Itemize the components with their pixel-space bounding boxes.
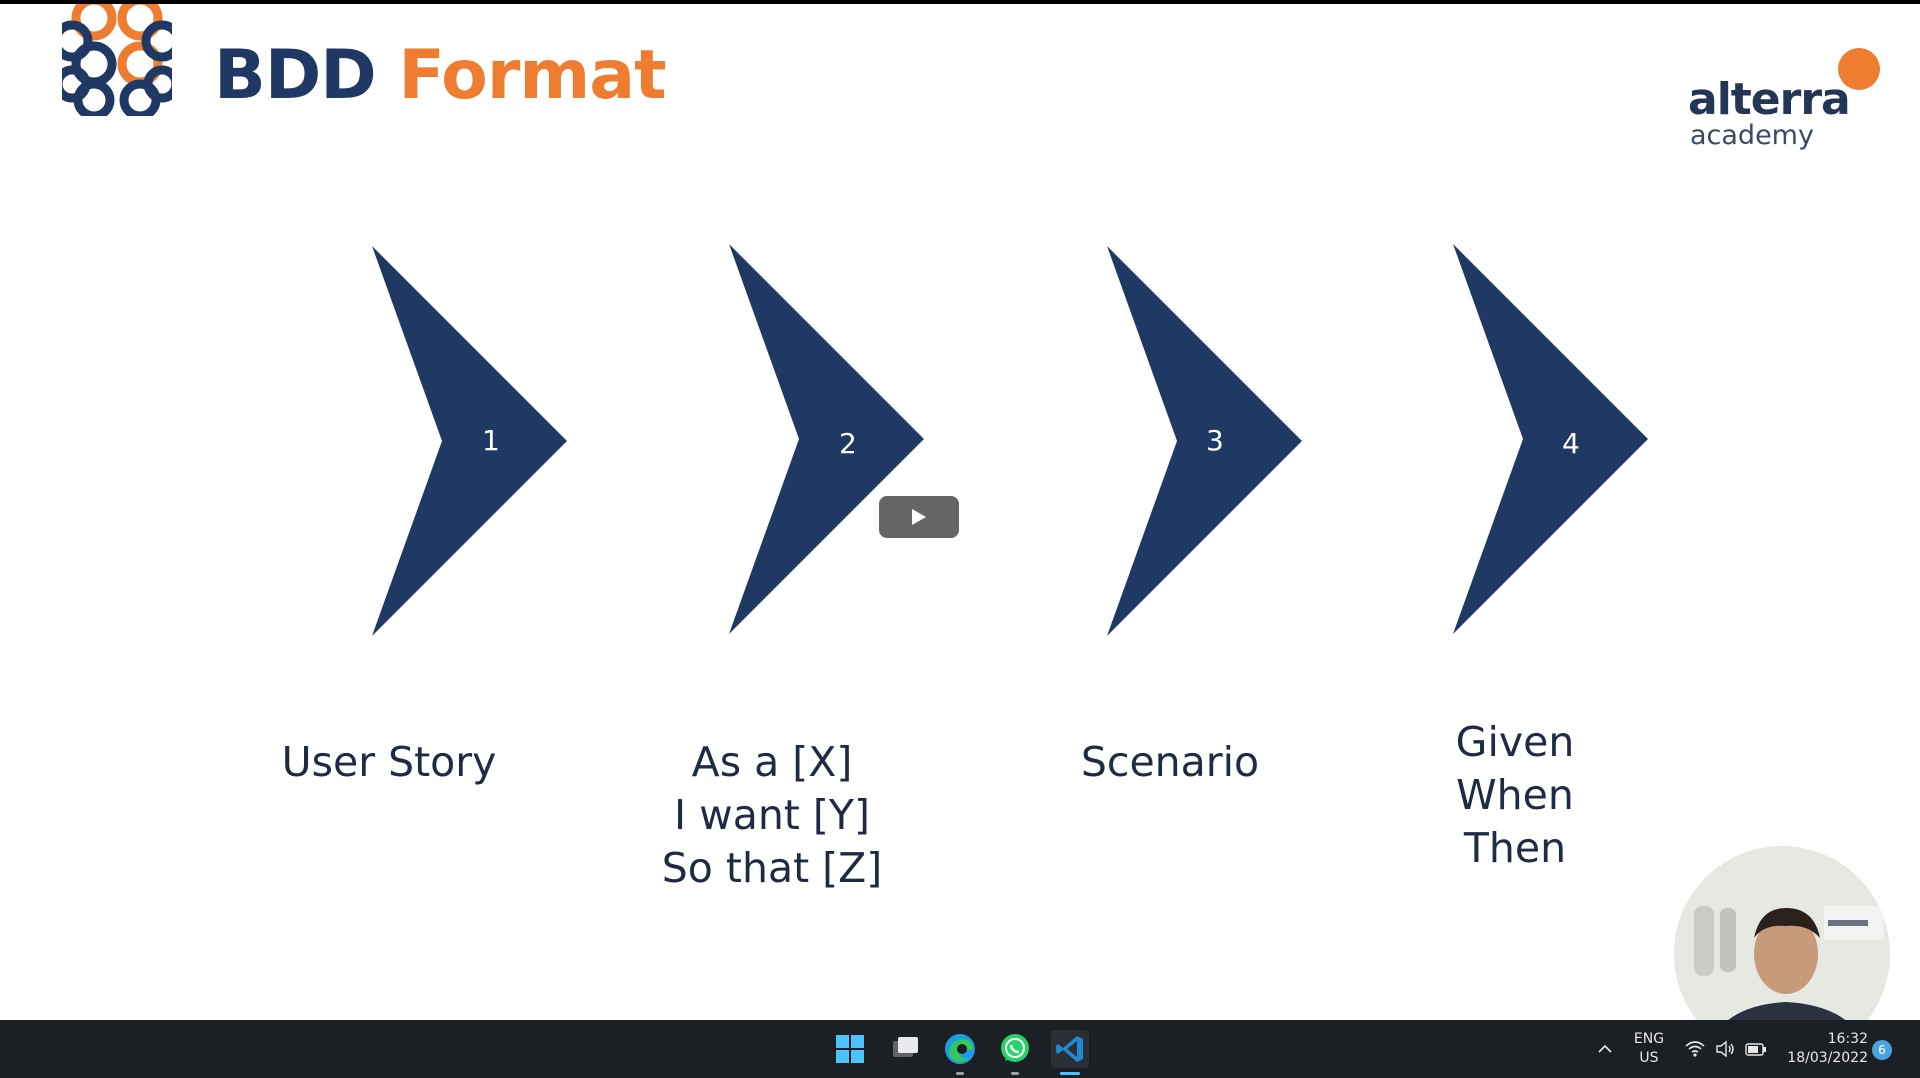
video-play-button[interactable] [879,496,959,538]
step-4-label-line: Then [1463,824,1567,872]
step-3-label: Scenario [1060,736,1280,789]
step-3-label-line: Scenario [1080,738,1260,786]
step-3-number: 3 [1206,424,1224,457]
step-4-label-line: Given [1455,718,1575,766]
step-4-label-line: When [1456,771,1574,819]
notification-badge[interactable]: 6 [1872,1040,1892,1060]
vscode-active-indicator [1060,1072,1080,1075]
play-icon [912,509,926,525]
step-1-label-line: User Story [281,738,497,786]
clock-time: 16:32 [1827,1031,1868,1047]
task-view-icon[interactable] [884,1028,926,1070]
brand-name: alterra [1688,74,1851,125]
title-part-format: Format [398,36,666,115]
step-2-label: As a [X] I want [Y] So that [Z] [622,736,922,895]
edge-running-indicator [956,1072,964,1075]
presenter-webcam [1674,846,1890,1020]
step-2-label-line: I want [Y] [674,791,870,839]
presentation-slide: BDD Format alterra academy 1 2 3 4 User … [0,4,1920,1020]
windows-taskbar: ENG US 16:32 18/03/2022 6 [0,1020,1920,1078]
step-1-number: 1 [482,424,500,457]
presenter-avatar-icon [1674,846,1890,1020]
whatsapp-icon[interactable] [994,1028,1036,1070]
windows-start-icon[interactable] [829,1028,871,1070]
clock-date: 18/03/2022 [1787,1050,1868,1066]
alterra-academy-logo: alterra academy [1688,44,1888,154]
vscode-icon[interactable] [1049,1028,1091,1070]
input-language-indicator[interactable]: ENG US [1628,1030,1670,1068]
whatsapp-running-indicator [1011,1072,1019,1075]
language-line-2: US [1639,1050,1659,1066]
brand-subtitle: academy [1690,120,1814,151]
wifi-icon[interactable] [1684,1039,1706,1059]
step-2-chevron-icon [729,244,924,634]
step-1-label: User Story [269,736,509,789]
title-part-bdd: BDD [214,36,377,115]
chevron-up-icon[interactable] [1596,1040,1614,1058]
step-2-label-line: As a [X] [691,738,853,786]
volume-icon[interactable] [1714,1039,1736,1059]
step-2-label-line: So that [Z] [661,844,883,892]
slide-title: BDD Format [214,36,667,115]
quatrefoil-logo-icon [62,4,172,116]
battery-icon[interactable] [1744,1039,1768,1059]
step-4-label: Given When Then [1410,716,1620,875]
edge-icon[interactable] [939,1028,981,1070]
language-line-1: ENG [1633,1031,1665,1047]
step-2-number: 2 [839,427,857,460]
step-1-chevron-icon [372,246,567,636]
step-4-number: 4 [1562,427,1580,460]
system-clock[interactable]: 16:32 18/03/2022 [1778,1030,1868,1068]
step-4-chevron-icon [1453,244,1648,634]
